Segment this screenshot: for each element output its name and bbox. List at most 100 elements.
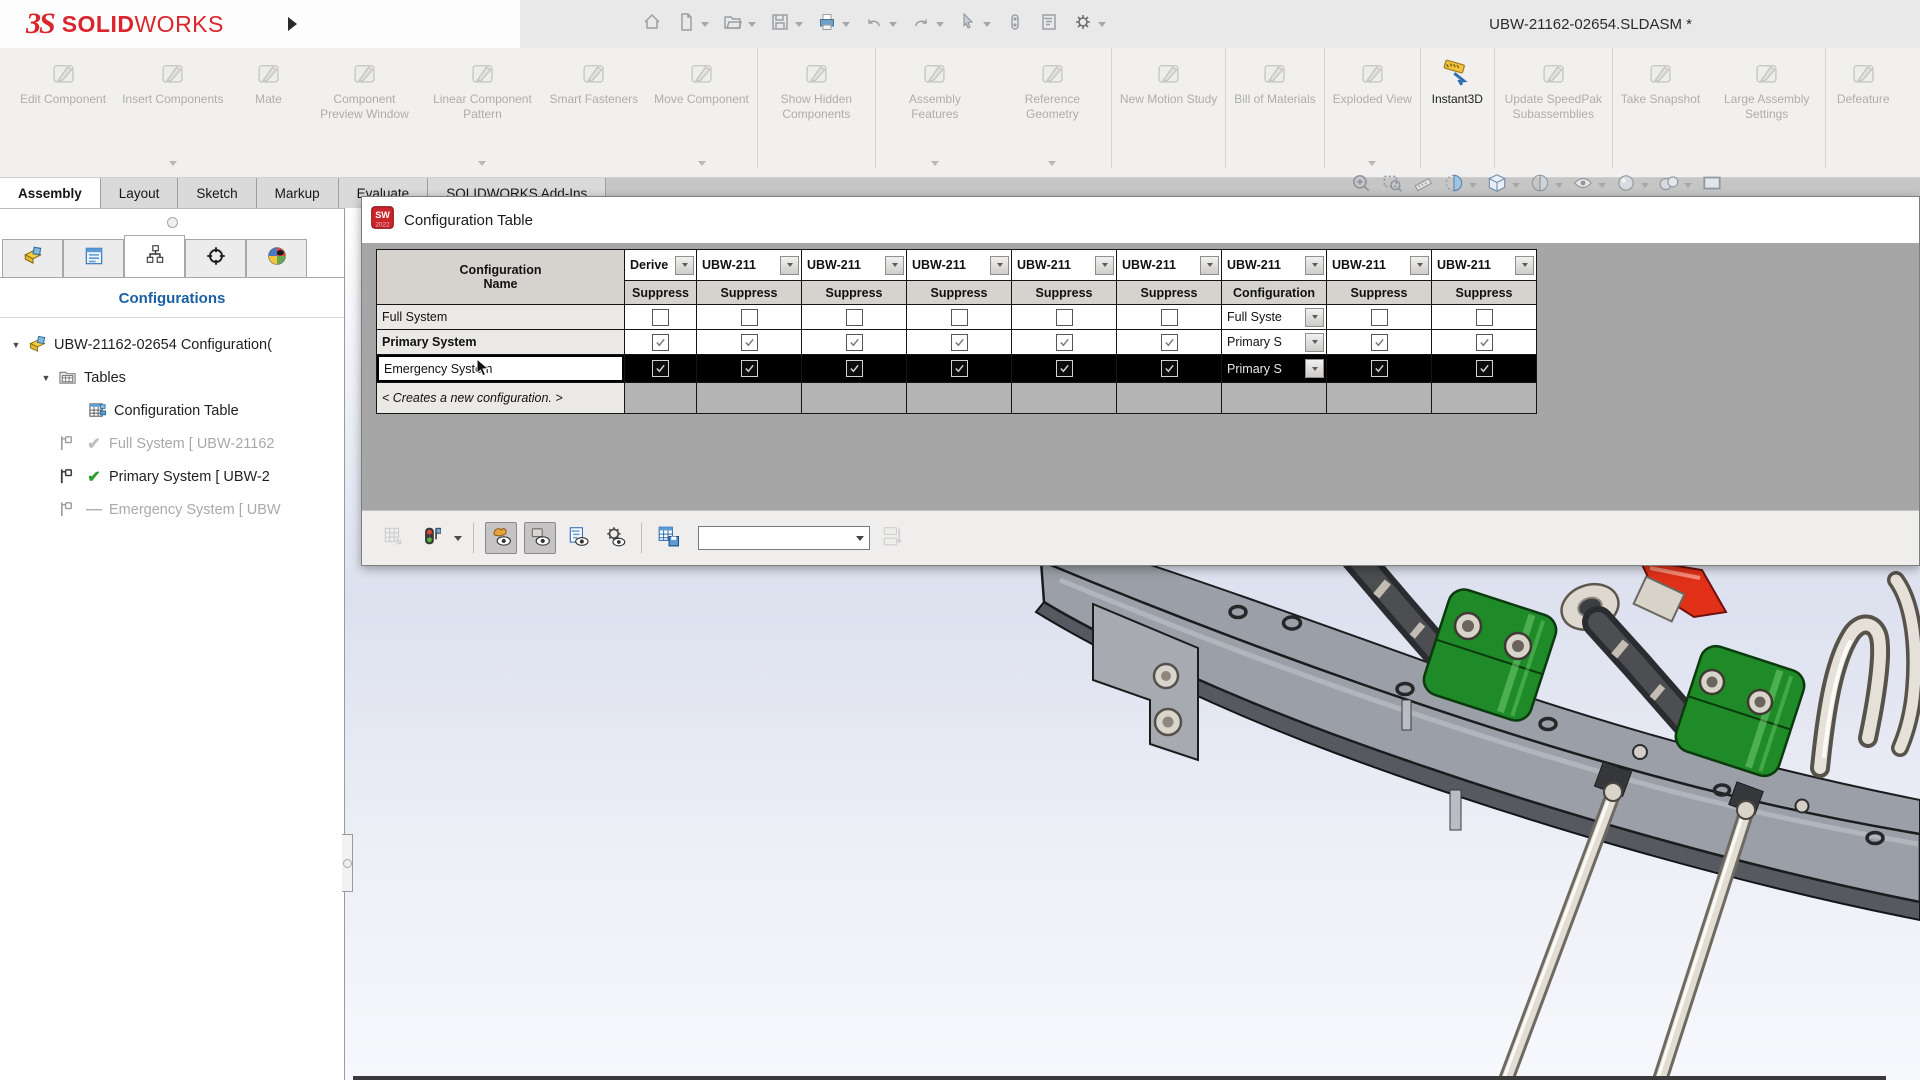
hide-suppressed-components-toggle[interactable] — [524, 522, 556, 554]
sort-button[interactable] — [877, 523, 907, 553]
dropdown-button[interactable] — [1305, 308, 1324, 327]
camera-rect-button[interactable] — [1701, 172, 1723, 199]
suppress-checkbox[interactable] — [1056, 360, 1073, 377]
dropdown-button[interactable] — [675, 256, 694, 275]
dropdown-arrow-icon[interactable] — [748, 22, 756, 27]
suppress-checkbox[interactable] — [1161, 309, 1178, 326]
dropdown-button[interactable] — [885, 256, 904, 275]
new-document-button[interactable] — [672, 9, 713, 40]
suppress-checkbox[interactable] — [652, 334, 669, 351]
panel-side-splitter[interactable] — [342, 834, 353, 892]
dropdown-arrow-icon[interactable] — [842, 22, 850, 27]
splitter-grip-icon[interactable] — [167, 217, 178, 228]
dropdown-button[interactable] — [1305, 256, 1324, 275]
column-header-dropdown[interactable]: UBW-211 — [1117, 250, 1221, 280]
open-button[interactable] — [719, 9, 760, 40]
suppress-checkbox[interactable] — [652, 309, 669, 326]
dropdown-arrow-icon[interactable] — [1555, 183, 1563, 188]
suppress-checkbox[interactable] — [741, 334, 758, 351]
config-row-primary-system[interactable]: Primary System — [377, 330, 624, 354]
configuration-dropdown-cell[interactable]: Full Syste — [1222, 305, 1326, 329]
redo-button[interactable] — [907, 9, 948, 40]
home-button[interactable] — [638, 9, 666, 40]
show-parameters-button[interactable] — [563, 523, 593, 553]
ribbon-defeature-button[interactable]: Defeature — [1826, 48, 1900, 168]
suppress-checkbox[interactable] — [1476, 309, 1493, 326]
dropdown-arrow-icon[interactable] — [1512, 183, 1520, 188]
chevron-down-icon[interactable] — [1368, 161, 1376, 166]
display-style-button[interactable] — [1529, 172, 1563, 199]
tree-item-emergency-system-ubw[interactable]: —Emergency System [ UBW — [0, 493, 344, 526]
dropdown-button[interactable] — [1200, 256, 1219, 275]
suppress-checkbox[interactable] — [1056, 309, 1073, 326]
dialog-title-bar[interactable]: SW2022 Configuration Table — [362, 197, 1919, 244]
zoom-fit-button[interactable] — [1350, 172, 1372, 199]
chevron-down-icon[interactable] — [169, 161, 177, 166]
ribbon-bill-of-materials-button[interactable]: Bill of Materials — [1226, 48, 1324, 168]
suppress-checkbox[interactable] — [1371, 334, 1388, 351]
tab-sketch[interactable]: Sketch — [178, 178, 256, 208]
ribbon-component-preview-window-button[interactable]: Component Preview Window — [305, 48, 423, 168]
configuration-dropdown-cell[interactable]: Primary S — [1222, 355, 1326, 382]
ribbon-instant3d-button[interactable]: Instant3D — [1421, 48, 1495, 168]
column-header-dropdown[interactable]: UBW-211 — [1222, 250, 1326, 280]
scene-button[interactable] — [1658, 172, 1692, 199]
suppress-checkbox[interactable] — [1161, 334, 1178, 351]
dropdown-arrow-icon[interactable] — [936, 22, 944, 27]
chevron-down-icon[interactable] — [698, 161, 706, 166]
table-settings-button[interactable] — [600, 523, 630, 553]
traffic-light-button[interactable] — [415, 523, 445, 553]
ribbon-large-assembly-settings-button[interactable]: Large Assembly Settings — [1708, 48, 1826, 168]
save-table-view-button[interactable] — [653, 523, 683, 553]
print-button[interactable] — [813, 9, 854, 40]
transpose-table-button[interactable] — [378, 523, 408, 553]
displaymanager-tab[interactable] — [246, 239, 307, 277]
column-header-dropdown[interactable]: UBW-211 — [907, 250, 1011, 280]
tab-assembly[interactable]: Assembly — [0, 178, 101, 208]
suppress-checkbox[interactable] — [741, 309, 758, 326]
dropdown-arrow-icon[interactable] — [454, 536, 462, 541]
tree-item-full-system-ubw-21162[interactable]: ✔Full System [ UBW-21162 — [0, 427, 344, 460]
dropdown-button[interactable] — [990, 256, 1009, 275]
section-view-button[interactable] — [1443, 172, 1477, 199]
dropdown-arrow-icon[interactable] — [1684, 183, 1692, 188]
tree-item-tables[interactable]: ▼Tables — [0, 361, 344, 394]
measure-button[interactable] — [1412, 172, 1434, 199]
select-button[interactable] — [954, 9, 995, 40]
panel-top-splitter[interactable] — [0, 209, 344, 235]
column-header-dropdown[interactable]: UBW-211 — [802, 250, 906, 280]
dropdown-button[interactable] — [1305, 359, 1324, 378]
dropdown-arrow-icon[interactable] — [701, 22, 709, 27]
suppress-checkbox[interactable] — [951, 334, 968, 351]
config-row-full-system[interactable]: Full System — [377, 305, 624, 329]
dropdown-button[interactable] — [1410, 256, 1429, 275]
chevron-down-icon[interactable] — [856, 536, 864, 541]
configuration-dropdown-cell[interactable]: Primary S — [1222, 330, 1326, 354]
dropdown-arrow-icon[interactable] — [983, 22, 991, 27]
chevron-down-icon[interactable] — [478, 161, 486, 166]
chevron-down-icon[interactable] — [931, 161, 939, 166]
ribbon-exploded-view-button[interactable]: Exploded View — [1325, 48, 1421, 168]
ribbon-new-motion-study-button[interactable]: New Motion Study — [1112, 48, 1226, 168]
tab-layout[interactable]: Layout — [101, 178, 179, 208]
view-orientation-button[interactable] — [1486, 172, 1520, 199]
propertymanager-tab[interactable] — [63, 239, 124, 277]
expander-icon[interactable]: ▼ — [40, 373, 52, 383]
appearance-button[interactable] — [1615, 172, 1649, 199]
configurationmanager-tab[interactable] — [124, 235, 185, 277]
dropdown-arrow-icon[interactable] — [1469, 183, 1477, 188]
splitter-grip-icon[interactable] — [343, 859, 352, 868]
expander-icon[interactable]: ▼ — [10, 340, 22, 350]
suppress-checkbox[interactable] — [1056, 334, 1073, 351]
dropdown-arrow-icon[interactable] — [1598, 183, 1606, 188]
suppress-checkbox[interactable] — [846, 360, 863, 377]
ribbon-move-component-button[interactable]: Move Component — [646, 48, 758, 168]
dropdown-arrow-icon[interactable] — [795, 22, 803, 27]
ribbon-insert-components-button[interactable]: Insert Components — [114, 48, 231, 168]
dropdown-arrow-icon[interactable] — [1641, 183, 1649, 188]
suppress-checkbox[interactable] — [846, 309, 863, 326]
suppress-checkbox[interactable] — [1371, 309, 1388, 326]
file-properties-button[interactable] — [1035, 9, 1063, 40]
options-button[interactable] — [1069, 9, 1110, 40]
column-header-dropdown[interactable]: Derive — [625, 250, 696, 280]
